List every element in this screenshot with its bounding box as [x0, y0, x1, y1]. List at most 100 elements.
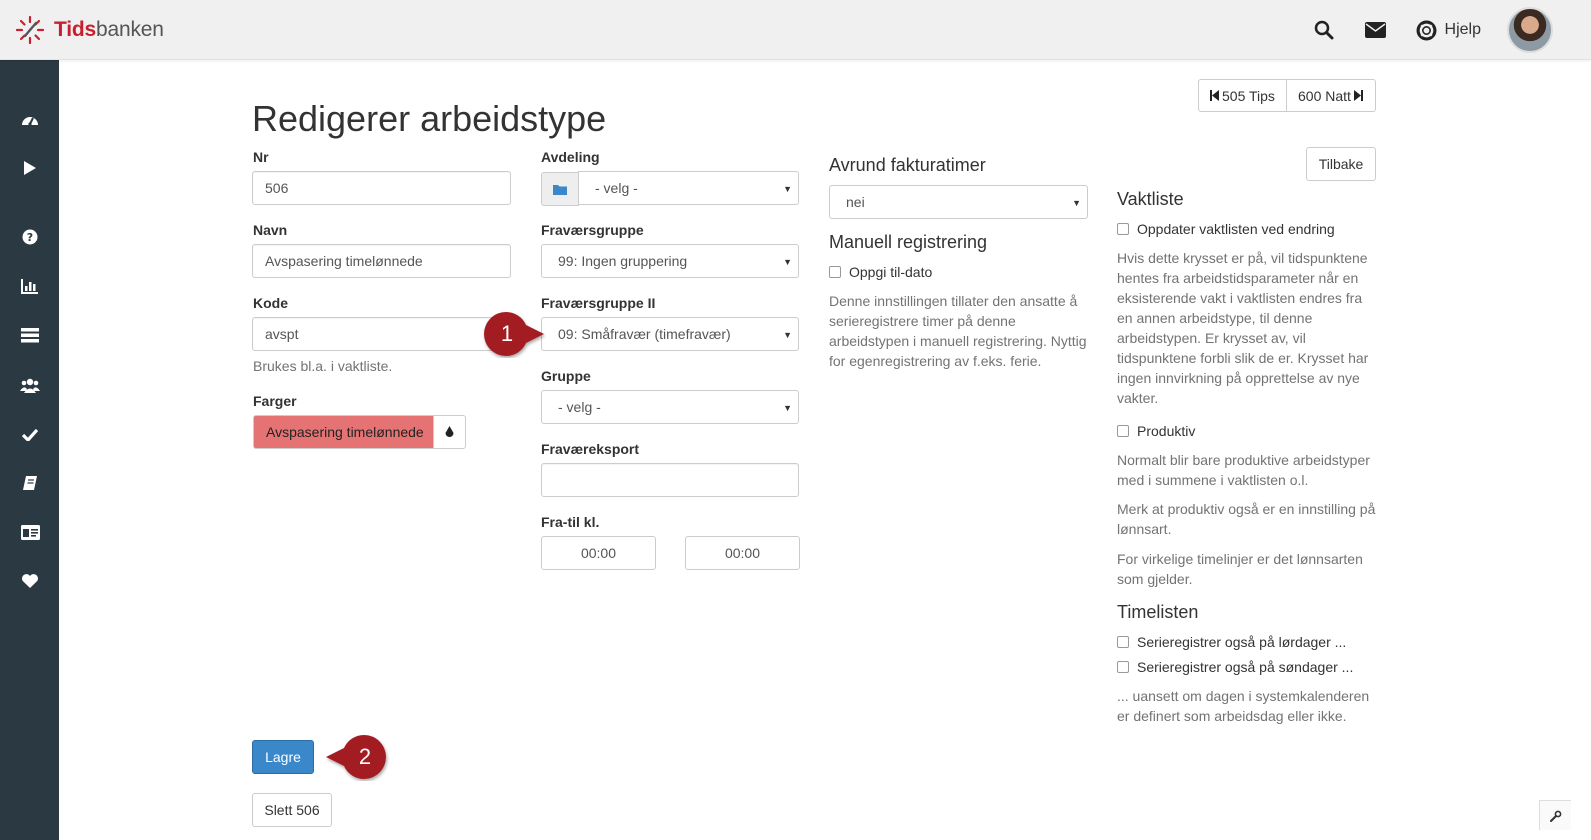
- oppdater-checkbox[interactable]: [1117, 223, 1129, 235]
- produktiv-help-text-2: Merk at produktiv også er en innstilling…: [1117, 499, 1375, 539]
- delete-button[interactable]: Slett 506: [252, 793, 332, 827]
- chevron-down-icon: ▼: [1072, 198, 1081, 208]
- sondag-checkbox[interactable]: [1117, 661, 1129, 673]
- help-line: eksisterende vakt i vaktlisten endres fr…: [1117, 290, 1363, 306]
- help-line: tidspunktene forbli slik de er. Krysset …: [1117, 350, 1369, 366]
- help-line: en annen arbeidstype, til denne: [1117, 310, 1313, 326]
- fravaersgruppe2-select-value: 09: Småfravær (timefravær): [558, 326, 731, 342]
- navn-label: Navn: [253, 222, 288, 238]
- help-label: Hjelp: [1444, 21, 1481, 38]
- help-line: ingen innvirkning på opprettelse av nye: [1117, 370, 1360, 386]
- oppgi-tildato-checkbox[interactable]: [829, 266, 841, 278]
- help-line: lønnsart.: [1117, 521, 1172, 537]
- vaktliste-heading: Vaktliste: [1117, 189, 1184, 209]
- help-line: for egenregistrering av f.eks. ferie.: [829, 353, 1042, 369]
- help-line: Hvis dette krysset er på, vil tidspunkte…: [1117, 250, 1368, 266]
- logo-mark-icon: [15, 15, 45, 45]
- help-line: er definert som arbeidsdag eller ikke.: [1117, 708, 1347, 724]
- play-icon[interactable]: [19, 157, 41, 179]
- heart-icon[interactable]: [19, 570, 41, 592]
- oppdater-option[interactable]: Oppdater vaktlisten ved endring: [1117, 221, 1335, 237]
- avatar[interactable]: [1507, 7, 1553, 53]
- produktiv-checkbox[interactable]: [1117, 425, 1129, 437]
- lifebuoy-icon: [1416, 20, 1437, 40]
- chevron-down-icon: ▼: [783, 257, 792, 267]
- logo-text: Tidsbanken: [54, 18, 164, 42]
- search-icon[interactable]: [1312, 18, 1336, 42]
- svg-text:?: ?: [27, 231, 33, 244]
- annotation-marker-2: 2: [318, 733, 390, 781]
- next-record-label: 600 Natt: [1298, 87, 1351, 104]
- farger-label: Farger: [253, 393, 297, 409]
- save-button[interactable]: Lagre: [252, 740, 314, 774]
- help-line: arbeidstypen i manuell registrering. Nyt…: [829, 333, 1087, 349]
- step-backward-icon: [1210, 90, 1219, 101]
- avdeling-select[interactable]: - velg - ▼: [578, 171, 799, 205]
- produktiv-option[interactable]: Produktiv: [1117, 423, 1195, 439]
- sidebar: ?: [0, 60, 59, 840]
- produktiv-help-text-1: Normalt blir bare produktive arbeidstype…: [1117, 450, 1370, 490]
- book-icon[interactable]: [19, 472, 41, 494]
- fra-time-field[interactable]: 00:00: [541, 536, 656, 570]
- app-logo[interactable]: Tidsbanken: [14, 14, 164, 46]
- fravaersgruppe2-select[interactable]: 09: Småfravær (timefravær) ▼: [541, 317, 799, 351]
- users-icon[interactable]: [19, 374, 41, 396]
- kode-label: Kode: [253, 295, 288, 311]
- color-preview[interactable]: Avspasering timelønnede: [253, 415, 434, 449]
- folder-icon: [553, 184, 567, 195]
- navn-field[interactable]: Avspasering timelønnede: [252, 244, 511, 278]
- back-button[interactable]: Tilbake: [1306, 147, 1376, 181]
- gruppe-label: Gruppe: [541, 368, 591, 384]
- annotation-marker-2-number: 2: [358, 744, 372, 769]
- question-icon[interactable]: ?: [19, 226, 41, 248]
- fravaereksport-field[interactable]: [541, 463, 799, 497]
- previous-record-button[interactable]: 505 Tips: [1198, 79, 1287, 112]
- list-icon[interactable]: [19, 324, 41, 346]
- page-title: Redigerer arbeidstype: [252, 98, 607, 139]
- kode-field[interactable]: avspt: [252, 317, 511, 351]
- tint-icon: [445, 425, 454, 437]
- bar-chart-icon[interactable]: [19, 275, 41, 297]
- envelope-icon[interactable]: [1364, 18, 1388, 42]
- check-icon[interactable]: [19, 423, 41, 445]
- avrund-select-value: nei: [846, 194, 865, 210]
- produktiv-help-text-3: For virkelige timelinjer er det lønnsart…: [1117, 549, 1363, 589]
- color-picker-button[interactable]: [433, 415, 466, 449]
- top-bar: Tidsbanken Hjelp: [0, 0, 1591, 60]
- help-link[interactable]: Hjelp: [1416, 20, 1481, 41]
- wrench-icon[interactable]: [1539, 800, 1571, 830]
- help-line: serieregistrere timer på denne: [829, 313, 1016, 329]
- gruppe-select-value: - velg -: [558, 399, 601, 415]
- help-line: arbeidstypen. Er krysset av, vil: [1117, 330, 1306, 346]
- fratil-label: Fra-til kl.: [541, 514, 600, 530]
- oppgi-tildato-option[interactable]: Oppgi til-dato: [829, 264, 932, 280]
- help-line: ... uansett om dagen i systemkalenderen: [1117, 688, 1370, 704]
- lordag-checkbox[interactable]: [1117, 636, 1129, 648]
- avrund-select[interactable]: nei ▼: [829, 185, 1088, 219]
- avrund-heading: Avrund fakturatimer: [829, 155, 986, 175]
- oppgi-tildato-label: Oppgi til-dato: [849, 264, 933, 280]
- avdeling-label: Avdeling: [541, 149, 600, 165]
- id-card-icon[interactable]: [19, 521, 41, 543]
- kode-help-text: Brukes bl.a. i vaktliste.: [253, 358, 393, 374]
- annotation-marker-1-number: 1: [500, 321, 514, 346]
- record-pager: 505 Tips 600 Natt: [1198, 79, 1376, 112]
- fravaersgruppe-select[interactable]: 99: Ingen gruppering ▼: [541, 244, 799, 278]
- til-time-field[interactable]: 00:00: [685, 536, 800, 570]
- help-line: Denne innstillingen tillater den ansatte…: [829, 293, 1078, 309]
- sondag-label: Serieregistrer også på søndager ...: [1137, 659, 1354, 675]
- lordag-label: Serieregistrer også på lørdager ...: [1137, 634, 1347, 650]
- next-record-button[interactable]: 600 Natt: [1287, 79, 1376, 112]
- help-line: hentes fra arbeidstidsparameter når en: [1117, 270, 1359, 286]
- lordag-option[interactable]: Serieregistrer også på lørdager ...: [1117, 634, 1346, 650]
- nr-field[interactable]: 506: [252, 171, 511, 205]
- previous-record-label: 505 Tips: [1222, 87, 1275, 104]
- sondag-option[interactable]: Serieregistrer også på søndager ...: [1117, 659, 1353, 675]
- fravaersgruppe-select-value: 99: Ingen gruppering: [558, 253, 688, 269]
- logo-text-part2: banken: [96, 18, 164, 41]
- gruppe-select[interactable]: - velg - ▼: [541, 390, 799, 424]
- produktiv-label: Produktiv: [1137, 423, 1196, 439]
- folder-addon: [541, 172, 579, 206]
- dashboard-icon[interactable]: [19, 109, 41, 131]
- timelisten-help-text: ... uansett om dagen i systemkalenderen …: [1117, 686, 1369, 726]
